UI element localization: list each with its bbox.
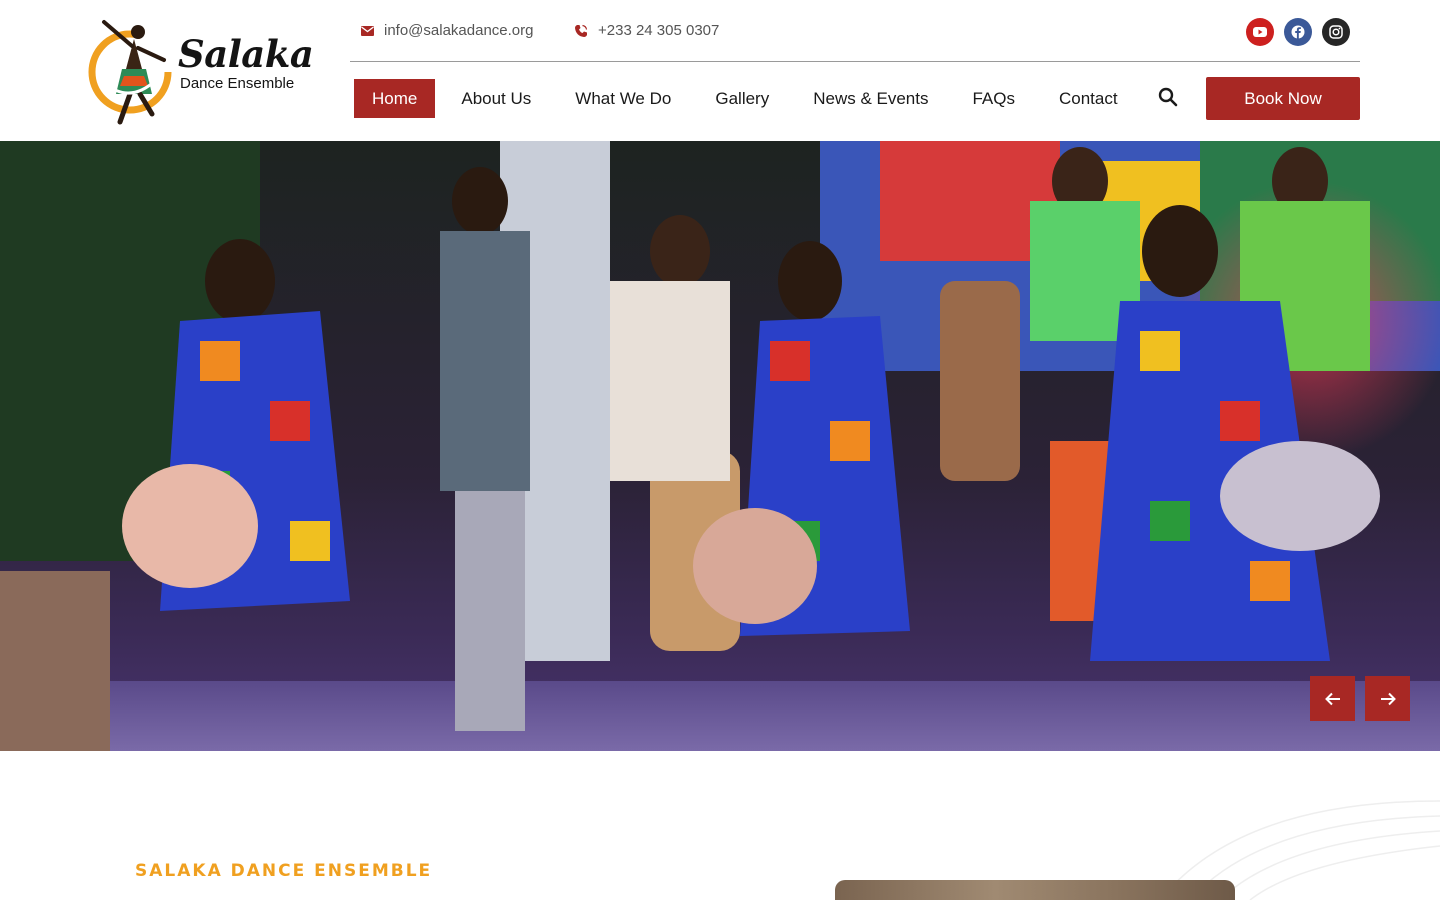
nav-what-we-do[interactable]: What We Do (575, 79, 671, 118)
email-text: info@salakadance.org (384, 22, 534, 39)
phone-text: +233 24 305 0307 (598, 22, 720, 39)
nav-about-us[interactable]: About Us (461, 79, 531, 118)
brand-subtitle: Dance Ensemble (180, 75, 295, 92)
site-header: Salaka Dance Ensemble info@salakadance.o… (0, 0, 1440, 141)
header-divider (350, 61, 1360, 62)
contact-email[interactable]: info@salakadance.org (360, 22, 534, 39)
main-nav: Home About Us What We Do Gallery News & … (354, 79, 1162, 118)
brand-title: Salaka (178, 32, 314, 76)
youtube-icon[interactable] (1246, 18, 1274, 46)
about-image (835, 880, 1235, 900)
contact-phone[interactable]: +233 24 305 0307 (574, 22, 719, 39)
social-links (1246, 18, 1350, 46)
top-bar: info@salakadance.org +233 24 305 0307 (350, 14, 1360, 54)
hero-photo (0, 141, 1440, 751)
envelope-icon (360, 24, 374, 38)
nav-faqs[interactable]: FAQs (972, 79, 1015, 118)
nav-home[interactable]: Home (354, 79, 436, 118)
arrow-left-icon (1324, 692, 1340, 705)
about-section: SALAKA DANCE ENSEMBLE (0, 751, 1440, 900)
nav-news-events[interactable]: News & Events (813, 79, 928, 118)
section-kicker: SALAKA DANCE ENSEMBLE (135, 861, 433, 881)
nav-gallery[interactable]: Gallery (715, 79, 769, 118)
instagram-icon[interactable] (1322, 18, 1350, 46)
search-icon[interactable] (1157, 86, 1179, 108)
book-now-button[interactable]: Book Now (1206, 77, 1360, 120)
facebook-icon[interactable] (1284, 18, 1312, 46)
nav-contact[interactable]: Contact (1059, 79, 1118, 118)
dancer-logo-icon (88, 20, 172, 125)
slider-prev-button[interactable] (1310, 676, 1355, 721)
arrow-right-icon (1380, 692, 1396, 705)
slider-next-button[interactable] (1365, 676, 1410, 721)
site-logo[interactable]: Salaka Dance Ensemble (86, 14, 314, 129)
hero-slider (0, 141, 1440, 751)
phone-icon (574, 24, 588, 38)
